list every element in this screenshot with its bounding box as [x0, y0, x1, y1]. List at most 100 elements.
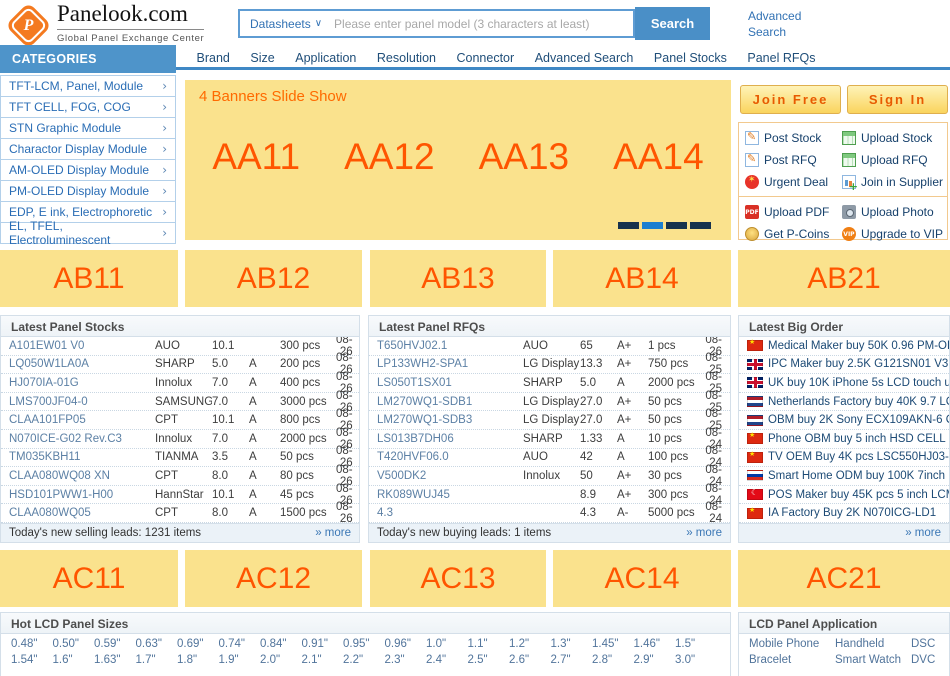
panel-model-link[interactable]: 4.3 — [377, 507, 523, 519]
big-order-item[interactable]: UK buy 10K iPhone 5s LCD touch unit — [739, 374, 949, 393]
panel-model-link[interactable]: CLAA080WQ05 — [9, 507, 155, 519]
ad-banner-ac14[interactable]: AC14 — [553, 550, 731, 607]
panel-model-link[interactable]: T420HVF06.0 — [377, 451, 523, 463]
ad-banner-ab11[interactable]: AB11 — [0, 250, 178, 307]
panel-model-link[interactable]: HSD101PWW1-H00 — [9, 489, 155, 501]
size-link-0-84[interactable]: 0.84" — [260, 638, 302, 650]
size-link-1-0[interactable]: 1.0" — [426, 638, 468, 650]
big-order-item[interactable]: Medical Maker buy 50K 0.96 PM-OLED — [739, 337, 949, 356]
size-link-0-50[interactable]: 0.50" — [53, 638, 95, 650]
nav-item-brand[interactable]: Brand — [197, 51, 230, 65]
banner-slide-aa14[interactable]: AA14 — [613, 136, 704, 178]
size-link-2-8[interactable]: 2.8" — [592, 654, 634, 666]
size-link-2-0[interactable]: 2.0" — [260, 654, 302, 666]
get-p-coins-link[interactable]: Get P-Coins — [745, 223, 842, 245]
rfqs-more-link[interactable]: » more — [686, 527, 722, 539]
sidebar-item-pm-oled-display-module[interactable]: PM-OLED Display Module› — [0, 180, 176, 202]
nav-item-connector[interactable]: Connector — [457, 51, 515, 65]
slide-indicator-4[interactable] — [690, 222, 711, 229]
panel-model-link[interactable]: TM035KBH11 — [9, 451, 155, 463]
search-category-dropdown[interactable]: Datasheets — [240, 17, 315, 31]
panel-model-link[interactable]: LP133WH2-SPA1 — [377, 358, 523, 370]
app-link-dvc[interactable]: DVC — [911, 654, 939, 666]
ad-banner-ac13[interactable]: AC13 — [370, 550, 546, 607]
size-link-1-63[interactable]: 1.63" — [94, 654, 136, 666]
upload-stock-link[interactable]: Upload Stock — [842, 127, 943, 149]
big-order-more-link[interactable]: » more — [905, 527, 941, 539]
nav-item-size[interactable]: Size — [250, 51, 274, 65]
size-link-2-6[interactable]: 2.6" — [509, 654, 551, 666]
size-link-0-59[interactable]: 0.59" — [94, 638, 136, 650]
sidebar-item-tft-cell-fog-cog[interactable]: TFT CELL, FOG, COG› — [0, 96, 176, 118]
chevron-down-icon[interactable]: ∨ — [315, 18, 328, 29]
panel-model-link[interactable]: N070ICE-G02 Rev.C3 — [9, 433, 155, 445]
slide-indicator-2[interactable] — [642, 222, 663, 229]
upload-pdf-link[interactable]: Upload PDF — [745, 201, 842, 223]
panel-model-link[interactable]: LM270WQ1-SDB1 — [377, 396, 523, 408]
upgrade-to-vip-link[interactable]: Upgrade to VIP — [842, 223, 943, 245]
app-link-dsc[interactable]: DSC — [911, 638, 939, 650]
search-input[interactable] — [328, 11, 633, 36]
big-order-item[interactable]: IA Factory Buy 2K N070ICG-LD1 — [739, 504, 949, 523]
panel-model-link[interactable]: T650HVJ02.1 — [377, 340, 523, 352]
panel-model-link[interactable]: LM270WQ1-SDB3 — [377, 414, 523, 426]
nav-item-panel-stocks[interactable]: Panel Stocks — [654, 51, 727, 65]
banner-slide-aa13[interactable]: AA13 — [479, 136, 570, 178]
size-link-1-1[interactable]: 1.1" — [468, 638, 510, 650]
slide-indicator-1[interactable] — [618, 222, 639, 229]
sidebar-item-stn-graphic-module[interactable]: STN Graphic Module› — [0, 117, 176, 139]
big-order-item[interactable]: OBM buy 2K Sony ECX109AKN-6 OLED — [739, 411, 949, 430]
size-link-0-96[interactable]: 0.96" — [385, 638, 427, 650]
big-order-item[interactable]: TV OEM Buy 4K pcs LSC550HJ03-W — [739, 449, 949, 468]
app-link-mobile-phone[interactable]: Mobile Phone — [749, 638, 835, 650]
size-link-2-1[interactable]: 2.1" — [302, 654, 344, 666]
size-link-0-48[interactable]: 0.48" — [11, 638, 53, 650]
size-link-0-91[interactable]: 0.91" — [302, 638, 344, 650]
nav-item-panel-rfqs[interactable]: Panel RFQs — [747, 51, 815, 65]
size-link-1-5[interactable]: 1.5" — [675, 638, 717, 650]
ad-banner-ac21[interactable]: AC21 — [738, 550, 950, 607]
ad-banner-ab21[interactable]: AB21 — [738, 250, 950, 307]
size-link-2-5[interactable]: 2.5" — [468, 654, 510, 666]
logo[interactable]: P Panelook.com Global Panel Exchange Cen… — [6, 2, 204, 44]
sidebar-item-el-tfel-electroluminescent[interactable]: EL, TFEL, Electroluminescent› — [0, 222, 176, 244]
sign-in-button[interactable]: Sign In — [847, 85, 948, 114]
ad-banner-ac11[interactable]: AC11 — [0, 550, 178, 607]
size-link-1-9[interactable]: 1.9" — [219, 654, 261, 666]
post-stock-link[interactable]: Post Stock — [745, 127, 842, 149]
ad-banner-ab12[interactable]: AB12 — [185, 250, 362, 307]
size-link-1-54[interactable]: 1.54" — [11, 654, 53, 666]
nav-item-application[interactable]: Application — [295, 51, 356, 65]
app-link-smart-watch[interactable]: Smart Watch — [835, 654, 911, 666]
slide-indicator-3[interactable] — [666, 222, 687, 229]
banner-slide-aa12[interactable]: AA12 — [344, 136, 435, 178]
panel-model-link[interactable]: A101EW01 V0 — [9, 340, 155, 352]
big-order-item[interactable]: Phone OBM buy 5 inch HSD CELL — [739, 430, 949, 449]
slideshow-banner[interactable]: 4 Banners Slide Show AA11AA12AA13AA14 — [185, 80, 731, 240]
panel-model-link[interactable]: CLAA101FP05 — [9, 414, 155, 426]
panel-model-link[interactable]: RK089WUJ45 — [377, 489, 523, 501]
panel-model-link[interactable]: V500DK2 — [377, 470, 523, 482]
app-link-handheld[interactable]: Handheld — [835, 638, 911, 650]
size-link-1-46[interactable]: 1.46" — [634, 638, 676, 650]
sidebar-item-am-oled-display-module[interactable]: AM-OLED Display Module› — [0, 159, 176, 181]
big-order-item[interactable]: Netherlands Factory buy 40K 9.7 LCM — [739, 393, 949, 412]
big-order-item[interactable]: POS Maker buy 45K pcs 5 inch LCM — [739, 486, 949, 505]
big-order-item[interactable]: IPC Maker buy 2.5K G121SN01 V3 — [739, 356, 949, 375]
upload-photo-link[interactable]: Upload Photo — [842, 201, 943, 223]
size-link-1-45[interactable]: 1.45" — [592, 638, 634, 650]
banner-slide-aa11[interactable]: AA11 — [212, 136, 300, 178]
panel-model-link[interactable]: LMS700JF04-0 — [9, 396, 155, 408]
big-order-item[interactable]: Smart Home ODM buy 100K 7inch LCD — [739, 467, 949, 486]
size-link-1-8[interactable]: 1.8" — [177, 654, 219, 666]
size-link-2-9[interactable]: 2.9" — [634, 654, 676, 666]
sidebar-item-tft-lcm-panel-module[interactable]: TFT-LCM, Panel, Module› — [0, 75, 176, 97]
size-link-2-7[interactable]: 2.7" — [551, 654, 593, 666]
size-link-3-0[interactable]: 3.0" — [675, 654, 717, 666]
size-link-2-3[interactable]: 2.3" — [385, 654, 427, 666]
app-link-bracelet[interactable]: Bracelet — [749, 654, 835, 666]
size-link-2-2[interactable]: 2.2" — [343, 654, 385, 666]
upload-rfq-link[interactable]: Upload RFQ — [842, 149, 943, 171]
size-link-0-69[interactable]: 0.69" — [177, 638, 219, 650]
size-link-0-63[interactable]: 0.63" — [136, 638, 178, 650]
